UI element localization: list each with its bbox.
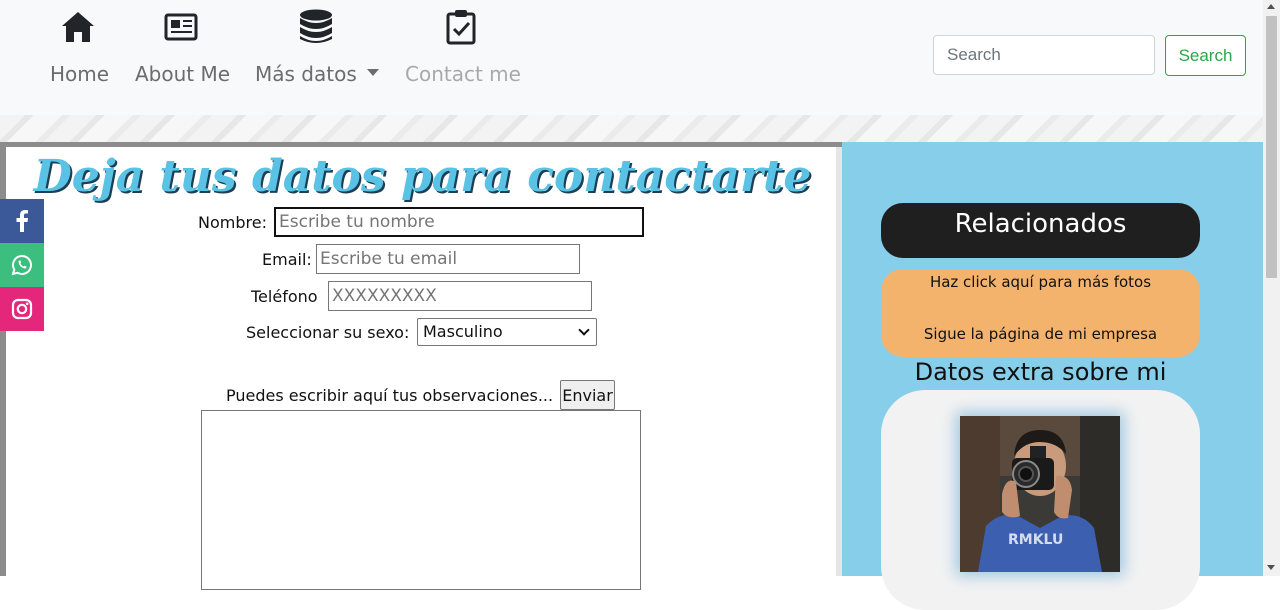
whatsapp-button[interactable] bbox=[0, 243, 44, 287]
observaciones-textarea[interactable] bbox=[201, 410, 641, 590]
telefono-input[interactable] bbox=[328, 281, 592, 311]
nav-label-mas-datos: Más datos bbox=[255, 62, 379, 86]
observaciones-label: Puedes escribir aquí tus observaciones..… bbox=[226, 386, 554, 405]
sexo-label: Seleccionar su sexo: bbox=[246, 323, 410, 342]
svg-text:RMKLU: RMKLU bbox=[1008, 532, 1063, 548]
scroll-down-arrow-icon[interactable] bbox=[1267, 565, 1275, 570]
enviar-button[interactable]: Enviar bbox=[560, 380, 615, 410]
home-icon bbox=[62, 12, 94, 42]
facebook-icon bbox=[16, 210, 28, 232]
scrollbar[interactable] bbox=[1263, 0, 1280, 576]
nav-item-home[interactable]: Home bbox=[50, 0, 110, 115]
scrollbar-thumb[interactable] bbox=[1266, 16, 1277, 278]
aside-panel: Relacionados Haz click aquí para más fot… bbox=[842, 142, 1263, 610]
decorative-band bbox=[0, 115, 1263, 142]
navbar: Home About Me Más datos Contact me Searc… bbox=[0, 0, 1263, 115]
sexo-selected-value: Masculino bbox=[423, 322, 503, 341]
nav-label-about: About Me bbox=[135, 62, 231, 86]
form-title: Deja tus datos para contactarte bbox=[33, 151, 812, 202]
nav-label-contact: Contact me bbox=[405, 62, 521, 86]
email-input[interactable] bbox=[316, 244, 580, 274]
telefono-label: Teléfono bbox=[251, 287, 318, 306]
extra-data-title: Datos extra sobre mi bbox=[914, 358, 1167, 386]
chevron-down-icon bbox=[366, 69, 379, 76]
nav-item-contact[interactable]: Contact me bbox=[405, 0, 521, 115]
links-box: Haz click aquí para más fotos Sigue la p… bbox=[881, 269, 1200, 357]
database-icon bbox=[300, 9, 332, 43]
more-photos-link[interactable]: Haz click aquí para más fotos bbox=[881, 273, 1200, 291]
newspaper-icon bbox=[164, 13, 198, 41]
instagram-icon bbox=[11, 298, 33, 320]
facebook-button[interactable] bbox=[0, 199, 44, 243]
profile-photo: RMKLU bbox=[960, 416, 1120, 572]
chevron-down-icon bbox=[578, 324, 590, 336]
nav-label-home: Home bbox=[50, 62, 110, 86]
search-input[interactable] bbox=[933, 35, 1155, 75]
nombre-input[interactable] bbox=[274, 207, 644, 237]
scroll-up-arrow-icon[interactable] bbox=[1267, 4, 1275, 9]
sexo-select[interactable]: Masculino bbox=[417, 318, 597, 346]
search-button[interactable]: Search bbox=[1165, 35, 1246, 76]
photo-card: RMKLU bbox=[881, 390, 1200, 610]
company-page-link[interactable]: Sigue la página de mi empresa bbox=[881, 325, 1200, 343]
relacionados-title: Relacionados bbox=[881, 203, 1200, 258]
photographer-image: RMKLU bbox=[960, 416, 1120, 572]
nav-item-about[interactable]: About Me bbox=[135, 0, 231, 115]
nombre-label: Nombre: bbox=[198, 213, 267, 232]
email-label: Email: bbox=[262, 250, 312, 269]
instagram-button[interactable] bbox=[0, 287, 44, 331]
whatsapp-icon bbox=[11, 254, 32, 276]
nav-item-mas-datos[interactable]: Más datos bbox=[255, 0, 379, 115]
clipboard-check-icon bbox=[446, 10, 476, 45]
